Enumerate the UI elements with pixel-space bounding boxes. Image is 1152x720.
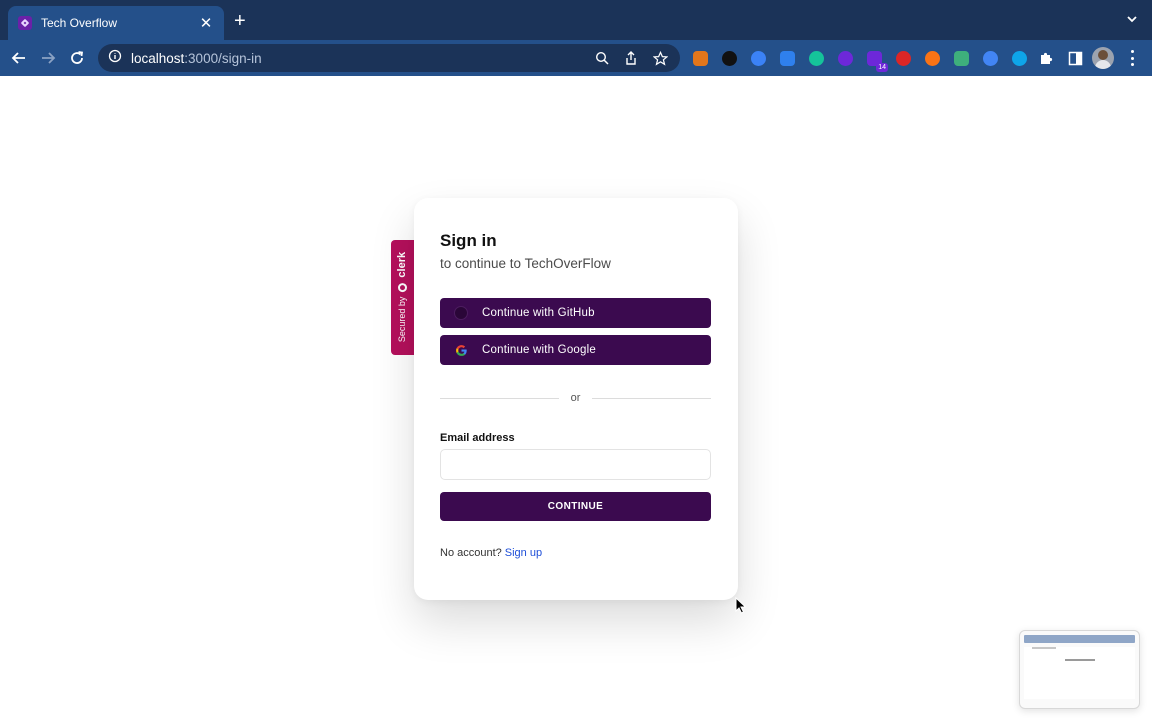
badge-extension-icon[interactable]: 14 <box>864 48 888 72</box>
sign-in-title: Sign in <box>440 231 497 250</box>
divider-or-text: or <box>570 392 581 404</box>
new-tab-icon[interactable]: + <box>234 10 246 32</box>
mouse-pointer-icon <box>735 596 747 619</box>
v-extension-glyph <box>953 50 969 66</box>
red-c-extension-glyph <box>895 50 911 66</box>
url-text[interactable]: localhost:3000/sign-in <box>131 51 583 66</box>
thumbnail-line <box>1032 647 1056 649</box>
address-bar[interactable]: localhost:3000/sign-in <box>98 44 680 72</box>
red-c-extension-icon[interactable] <box>893 48 913 68</box>
shield-extension-glyph <box>837 50 853 66</box>
no-account-text: No account? <box>440 547 502 559</box>
or-divider: or <box>440 391 711 405</box>
dots-extension-glyph <box>721 50 737 66</box>
email-address-label: Email address <box>440 432 515 444</box>
k-extension-glyph <box>1011 50 1027 66</box>
fox-extension-glyph <box>692 50 708 66</box>
cloud-extension-icon[interactable] <box>777 48 797 68</box>
continue-with-github-button[interactable]: Continue with GitHub <box>440 298 711 328</box>
grammarly-extension-glyph <box>808 50 824 66</box>
github-icon <box>454 306 468 320</box>
thumbnail-toolbar <box>1024 635 1135 643</box>
droplet-extension-glyph <box>750 50 766 66</box>
site-favicon-icon <box>18 16 32 30</box>
divider-line <box>440 397 559 399</box>
email-address-input[interactable] <box>440 449 711 480</box>
continue-button[interactable]: CONTINUE <box>440 492 711 521</box>
google-icon <box>454 343 468 357</box>
extensions-row: 14 <box>690 46 1038 72</box>
droplet-extension-icon[interactable] <box>748 48 768 68</box>
cloud-extension-glyph <box>779 50 795 66</box>
tab-title: Tech Overflow <box>41 16 118 30</box>
continue-with-google-button[interactable]: Continue with Google <box>440 335 711 365</box>
browser-toolbar: localhost:3000/sign-in 14 <box>0 40 1152 76</box>
browser-tab-strip: Tech Overflow ✕ + <box>0 0 1152 40</box>
extension-badge-count: 14 <box>876 63 888 72</box>
sign-in-subtitle: to continue to TechOverFlow <box>440 256 611 271</box>
google-button-label: Continue with Google <box>482 344 596 356</box>
url-path: :3000/sign-in <box>184 50 262 66</box>
tab-close-icon[interactable]: ✕ <box>198 14 214 32</box>
v-extension-icon[interactable] <box>951 48 971 68</box>
divider-line <box>592 397 711 399</box>
fox-extension-icon[interactable] <box>690 48 710 68</box>
forward-arrow-icon[interactable] <box>38 48 58 68</box>
zoom-magnifier-icon[interactable] <box>592 48 612 68</box>
browser-tab[interactable]: Tech Overflow ✕ <box>8 6 224 40</box>
translate-extension-icon[interactable] <box>980 48 1000 68</box>
screen-recording-thumbnail[interactable] <box>1019 630 1140 709</box>
grammarly-extension-icon[interactable] <box>806 48 826 68</box>
side-panel-icon[interactable] <box>1065 48 1085 68</box>
sign-up-prompt: No account? Sign up <box>440 547 542 559</box>
secured-by-text: Secured by <box>397 296 407 343</box>
extensions-puzzle-icon[interactable] <box>1036 48 1056 68</box>
profile-avatar[interactable] <box>1092 47 1114 69</box>
sign-up-link[interactable]: Sign up <box>505 547 542 559</box>
shield-extension-icon[interactable] <box>835 48 855 68</box>
site-info-icon[interactable] <box>108 49 122 68</box>
thumbnail-page <box>1024 647 1135 699</box>
sign-in-card: Sign in to continue to TechOverFlow Cont… <box>414 198 738 600</box>
translate-extension-glyph <box>982 50 998 66</box>
bookmark-star-icon[interactable] <box>650 48 670 68</box>
thumbnail-line <box>1064 659 1095 661</box>
share-icon[interactable] <box>621 48 641 68</box>
k-extension-icon[interactable] <box>1009 48 1029 68</box>
url-host: localhost <box>131 50 185 66</box>
tab-search-chevron-down-icon[interactable] <box>1126 12 1138 30</box>
a-extension-glyph <box>924 50 940 66</box>
clerk-brand-text: clerk <box>396 251 408 278</box>
dots-extension-icon[interactable] <box>719 48 739 68</box>
a-extension-icon[interactable] <box>922 48 942 68</box>
github-button-label: Continue with GitHub <box>482 307 595 319</box>
clerk-logo-icon <box>397 283 407 293</box>
secured-by-clerk-badge[interactable]: Secured by clerk <box>391 240 414 355</box>
reload-icon[interactable] <box>67 48 87 68</box>
browser-menu-icon[interactable] <box>1124 50 1140 66</box>
back-arrow-icon[interactable] <box>9 48 29 68</box>
